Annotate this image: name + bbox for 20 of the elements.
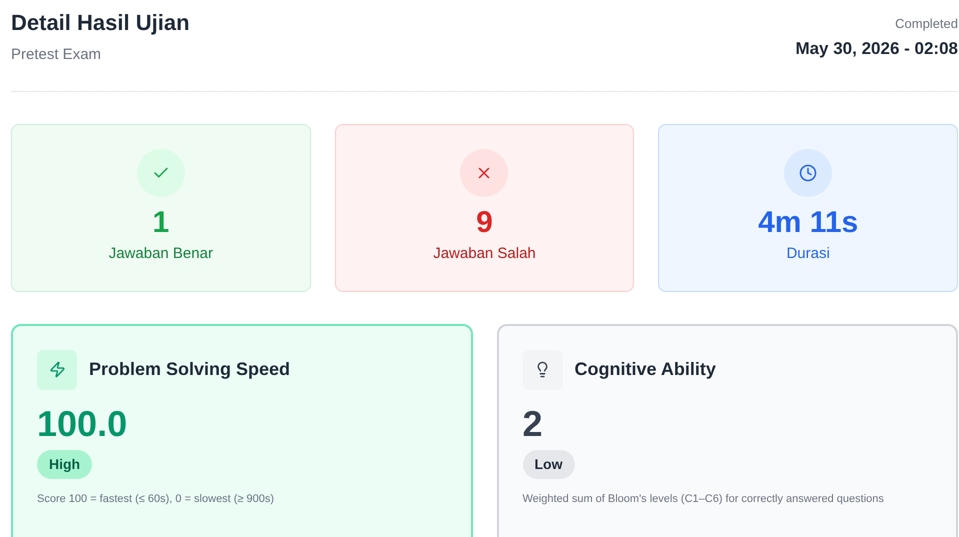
level-badge: High xyxy=(37,450,92,478)
completion-date: May 30, 2026 - 02:08 xyxy=(795,38,958,60)
page-title: Detail Hasil Ujian xyxy=(11,9,190,37)
metric-value: 100.0 xyxy=(37,402,128,444)
metric-title: Cognitive Ability xyxy=(574,358,716,381)
stat-label: Durasi xyxy=(786,244,830,264)
stat-label: Jawaban Benar xyxy=(108,244,213,264)
stat-value: 9 xyxy=(476,204,493,240)
stat-value: 4m 11s xyxy=(758,204,858,240)
lightning-icon xyxy=(48,361,66,378)
level-badge: Low xyxy=(522,450,574,478)
exam-name: Pretest Exam xyxy=(11,45,102,65)
metric-value: 2 xyxy=(522,402,543,444)
metric-title: Problem Solving Speed xyxy=(89,358,290,381)
stat-label: Jawaban Salah xyxy=(433,244,536,264)
status-text: Completed xyxy=(895,15,958,33)
metric-note: Weighted sum of Bloom's levels (C1–C6) for correctly answered questions xyxy=(522,492,885,506)
clock-icon xyxy=(799,164,818,182)
stat-value: 1 xyxy=(152,204,170,240)
metric-note: Score 100 = fastest (≤ 60s), 0 = slowest (≥ 900s) xyxy=(37,492,276,506)
